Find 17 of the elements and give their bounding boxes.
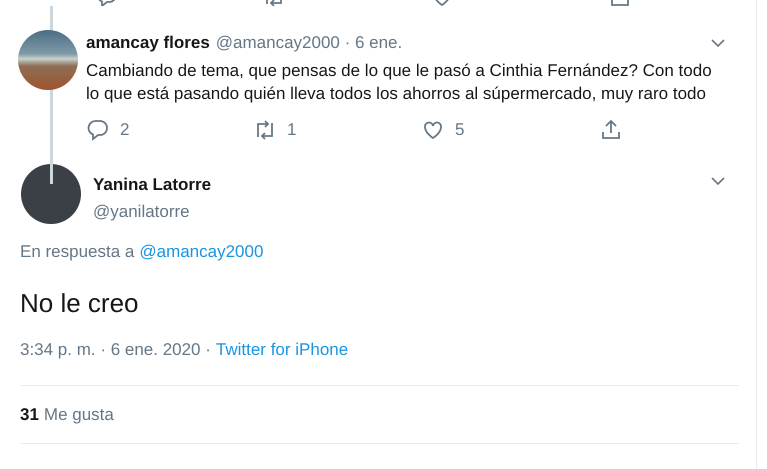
tweet-text: No le creo bbox=[20, 287, 140, 320]
likes-label[interactable]: Me gusta bbox=[44, 402, 114, 427]
action-count: 1 bbox=[287, 118, 296, 141]
chevron-down-icon[interactable] bbox=[710, 38, 726, 48]
source-link[interactable]: Twitter for iPhone bbox=[216, 337, 348, 362]
reply-context-label: En respuesta a bbox=[20, 240, 134, 262]
handle-and-date: @amancay2000 · 6 ene. bbox=[216, 32, 402, 54]
timestamp: 3:34 p. m. · 6 ene. 2020 · bbox=[20, 339, 211, 361]
action-count: 2 bbox=[120, 118, 130, 141]
action-count: 5 bbox=[455, 118, 464, 141]
author-name[interactable]: amancay flores bbox=[86, 30, 210, 56]
author-handle[interactable]: @yanilatorre bbox=[93, 199, 710, 224]
mention-link[interactable]: @amancay2000 bbox=[139, 238, 264, 264]
author-name[interactable]: Yanina Latorre bbox=[93, 172, 710, 197]
likes-count[interactable]: 31 bbox=[20, 402, 39, 427]
tweet-text: Cambiando de tema, que pensas de lo que le pasó a Cinthia Fernández? Con todo lo que está pasando quién lleva todos los ahorros al súpermercado, muy raro todo bbox=[86, 60, 713, 105]
chevron-down-icon[interactable] bbox=[710, 176, 726, 186]
